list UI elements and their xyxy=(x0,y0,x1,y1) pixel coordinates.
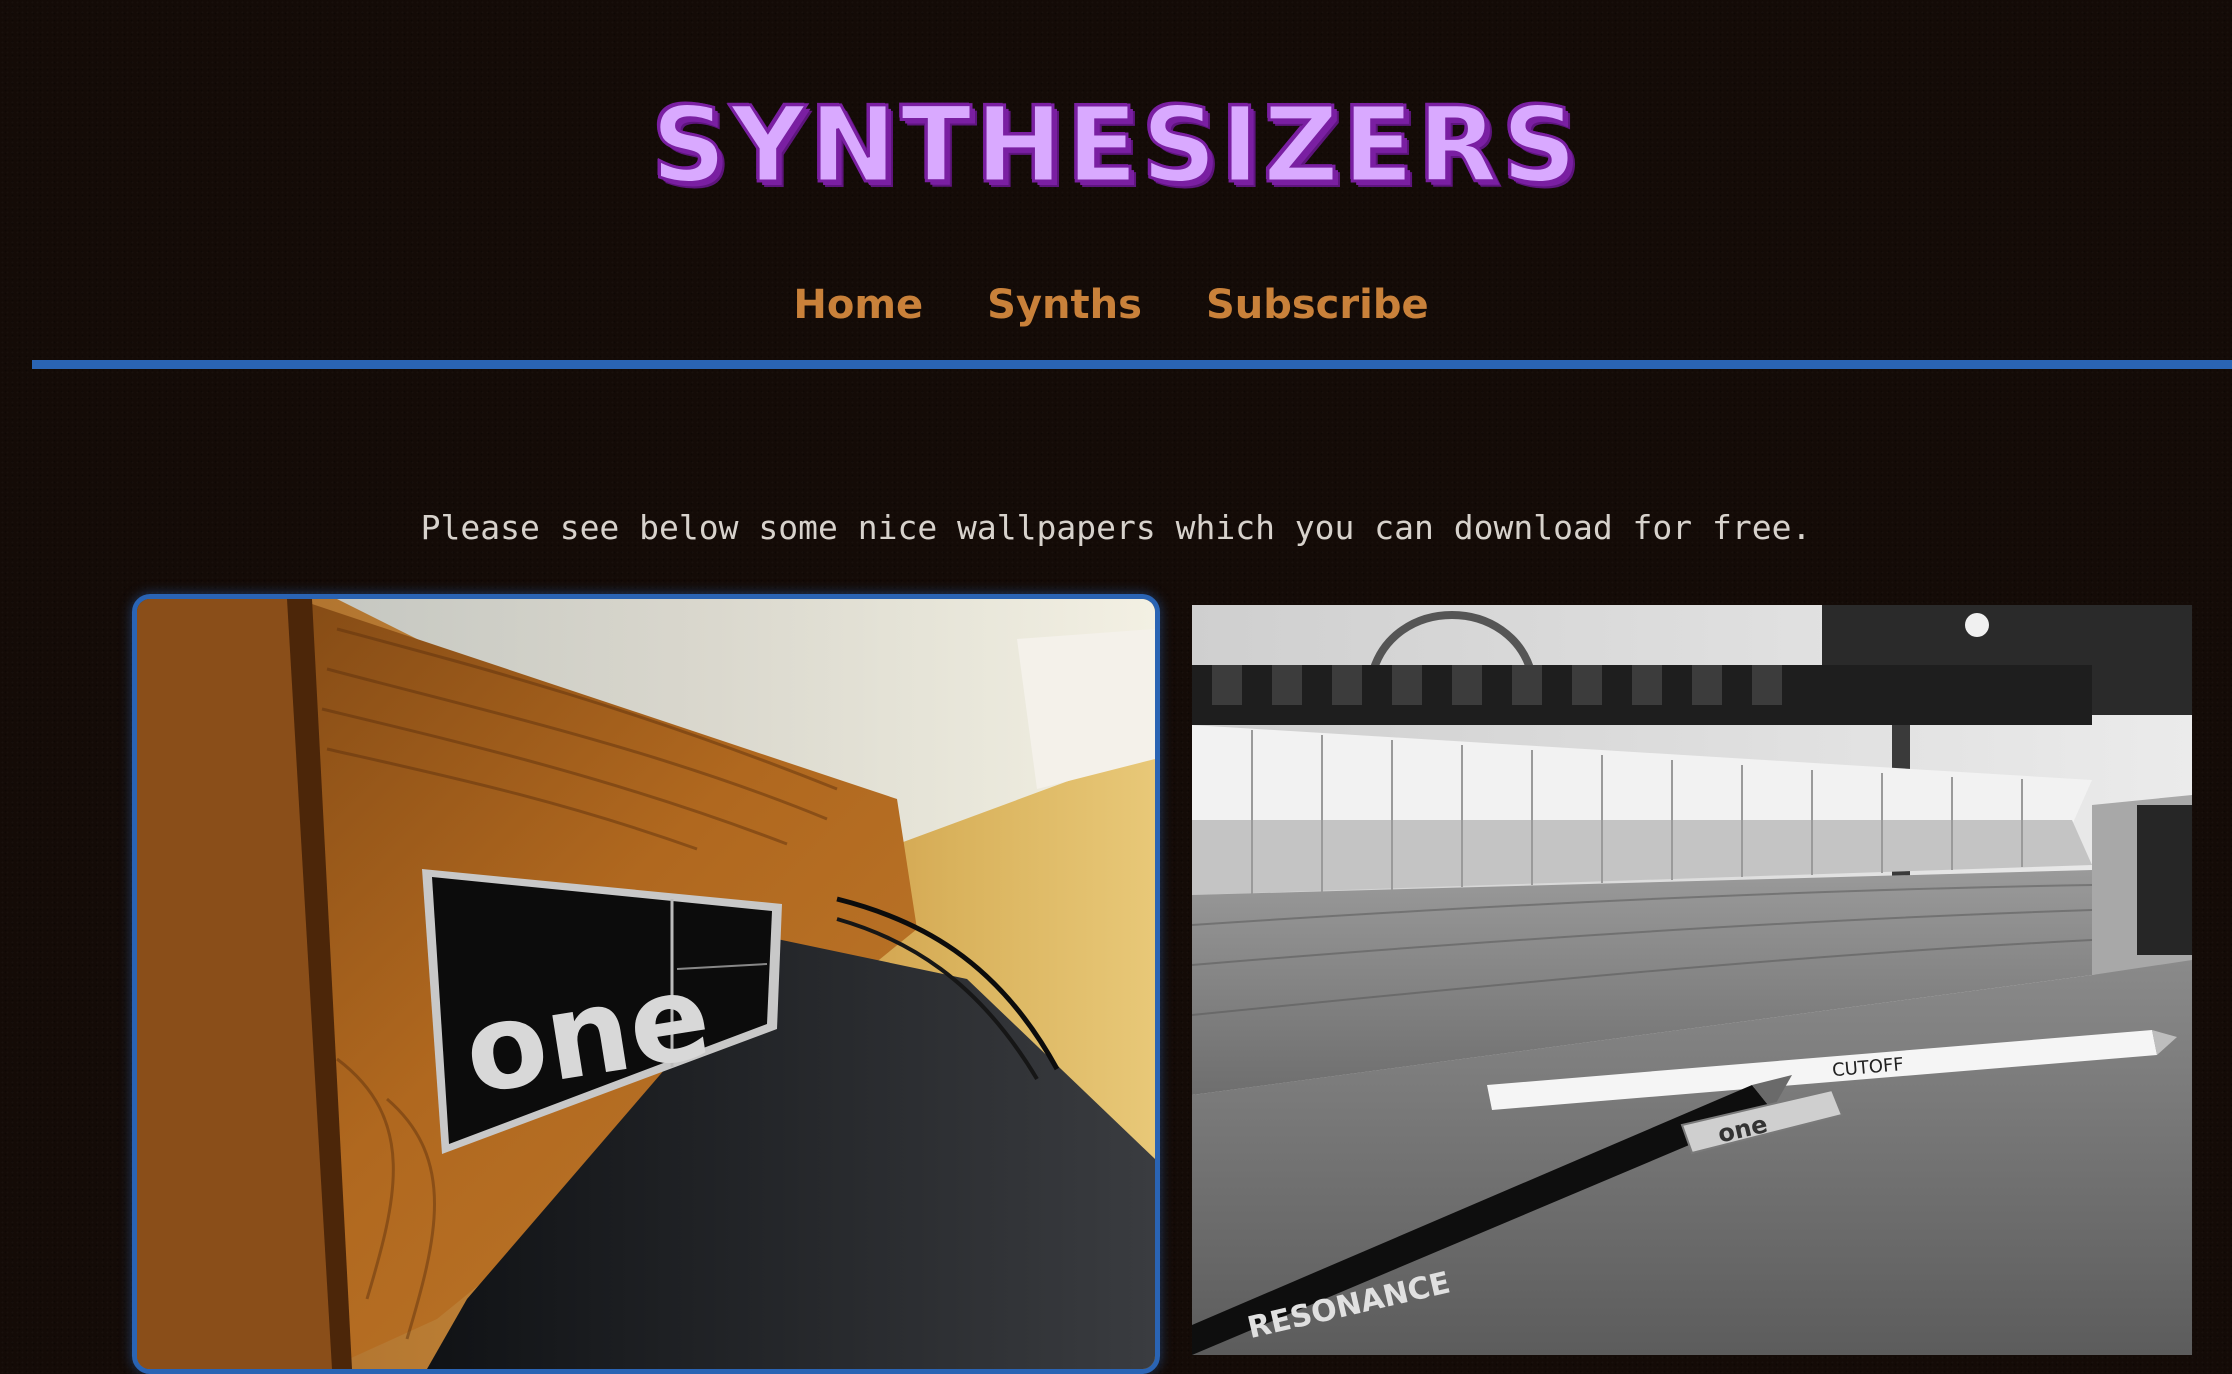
header-divider xyxy=(32,360,2232,369)
wallpaper-keyboard-pencils-picture: CUTOFF RESONANCE one xyxy=(1192,605,2192,1355)
wallpaper-one-badge-picture: one xyxy=(137,599,1155,1369)
site-title: SYNTHESIZERS xyxy=(650,83,1581,208)
wallpaper-image-keyboard-pencils[interactable]: CUTOFF RESONANCE one xyxy=(1192,605,2192,1355)
wallpaper-image-one-badge[interactable]: one xyxy=(132,594,1160,1374)
nav-link-subscribe[interactable]: Subscribe xyxy=(1206,282,1429,328)
intro-text: Please see below some nice wallpapers wh… xyxy=(420,508,1812,547)
main-nav: Home Synths Subscribe xyxy=(0,270,2232,340)
nav-link-home[interactable]: Home xyxy=(793,282,923,328)
nav-link-synths[interactable]: Synths xyxy=(987,282,1142,328)
